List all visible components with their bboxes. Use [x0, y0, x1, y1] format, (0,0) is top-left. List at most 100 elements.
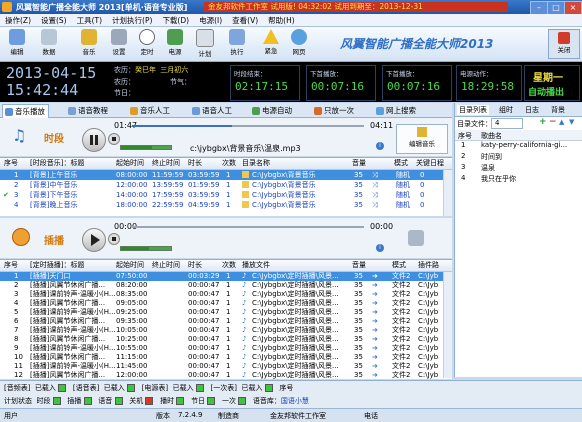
table-row[interactable]: ✔ 3 [背景]下午音乐 14:00:00 17:59:59 03:59:59 1 C:\Jy… [0, 190, 444, 200]
voice-manual-icon [192, 107, 200, 115]
menu-view[interactable]: 查看(V) [227, 14, 263, 27]
tab-voice-tutorial[interactable]: 语音教程 [66, 104, 111, 117]
insert-progress-track[interactable] [132, 226, 364, 228]
table-row[interactable]: 9 [插播]课前铃声-温暖小(H... 10:55:00 00:00:47 1 C:\Jy… [0, 344, 444, 353]
tab-group[interactable]: 组时 [499, 105, 513, 115]
music-icon [81, 29, 97, 45]
insert-player: 插播 00:00 00:00 i [0, 218, 452, 258]
status-bar: 用户 版本 7.2.4.9 制造商 金友邦软件工作室 电话 [0, 408, 582, 422]
menu-help[interactable]: 帮助(H) [263, 14, 300, 27]
title-bar: 风翼智能广播全能大师 2013[单机·语音专业版] 金友邦软件工作室 试用版! … [0, 0, 582, 15]
table-header: 序号 [定时插播]：标题 起始时间 终止时间 时长 次数 播放文件 音量 模式 … [0, 260, 452, 272]
audio-file-icon: ♪ [242, 299, 247, 307]
power-button[interactable]: 电源 [164, 29, 186, 56]
arrow-right-icon: ➜ [372, 290, 378, 298]
edit-button[interactable]: 编辑 [6, 29, 28, 56]
table-row[interactable]: 1 [插播]天门口 07:50:00 00:03:29 1 C:\Jybgbx\定时插播\… [0, 272, 444, 281]
table-scrollbar[interactable] [443, 272, 452, 378]
web-button[interactable]: 网页 [288, 29, 310, 56]
dir-dropdown[interactable] [491, 118, 523, 129]
play-button[interactable] [82, 228, 106, 252]
table-row[interactable]: 11 [插播]课前铃声-温暖小(H... 11:45:00 00:00:47 1 C:\J… [0, 362, 444, 371]
table-row[interactable]: 2 [插播]风翼节休闲广播... 08:20:00 00:00:47 1 C:\Jybgb… [0, 281, 444, 290]
minimize-button[interactable]: – [530, 1, 548, 15]
tab-power-auto[interactable]: 电源自动 [250, 104, 295, 117]
alarm-clock-icon [12, 228, 30, 246]
tab-dir-list[interactable]: 目录列表 [457, 105, 489, 115]
arrow-right-icon: ➜ [372, 308, 378, 316]
right-panel: 目录列表 组时 日志 背景 目录文件： 4 + − ▲ ▼ 序号 歌曲名 1 ka… [454, 103, 582, 377]
table-row[interactable]: 8 [插播]风翼节休闲广播... 10:25:00 00:00:47 1 C:\Jybgb… [0, 335, 444, 344]
stop-button[interactable] [108, 133, 120, 145]
status-light [264, 384, 273, 392]
emergency-button[interactable]: 紧急 [260, 29, 282, 55]
table-row[interactable]: 1 [背景]上午音乐 08:00:00 11:59:59 03:59:59 1 C:\Jyb… [0, 170, 444, 180]
brand-title: 风翼智能广播全能大师2013 [340, 37, 494, 51]
pause-button[interactable] [82, 128, 106, 152]
data-button[interactable]: 数据 [38, 29, 60, 56]
list-item[interactable]: 3 温泉 [455, 163, 582, 173]
tab-background[interactable]: 背景 [551, 105, 565, 115]
menu-power[interactable]: 电源(I) [194, 14, 227, 27]
add-icon[interactable]: + [539, 117, 547, 127]
lunar-label: 农历： [114, 66, 135, 74]
edit-music-button[interactable]: 编辑音乐 [396, 124, 448, 154]
table-row[interactable]: 6 [插播]风翼节休闲广播... 09:35:00 00:00:47 1 C:\Jybgb… [0, 317, 444, 326]
maximize-button[interactable]: □ [547, 1, 565, 15]
insert-settings-icon[interactable] [408, 230, 424, 246]
list-item[interactable]: 4 我只在乎你 [455, 174, 582, 184]
table-row[interactable]: 3 [插播]课前铃声-温暖小(H... 08:35:00 00:00:47 1 C:\Jy… [0, 290, 444, 299]
dir-label: 目录文件： [457, 120, 492, 128]
move-up-icon[interactable]: ▲ [559, 118, 564, 126]
close-window-button[interactable]: × [564, 1, 582, 15]
tab-music-manual[interactable]: 音乐人工 [128, 104, 173, 117]
table-row[interactable]: 5 [插播]课前铃声-温暖小(H... 09:25:00 00:00:47 1 C:\Jy… [0, 308, 444, 317]
table-row[interactable]: 4 [背景]晚上音乐 18:00:00 22:59:59 04:59:59 1 C:\Jyb… [0, 200, 444, 210]
arrow-right-icon: ➜ [372, 272, 378, 280]
status-light [195, 384, 204, 392]
tab-log[interactable]: 日志 [525, 105, 539, 115]
remove-icon[interactable]: − [549, 117, 557, 127]
play-icon [91, 234, 100, 246]
menu-settings[interactable]: 设置(S) [36, 14, 72, 27]
table-load-status: [音频表] 已载入 [语音表] 已载入 [电源表] 已载入 [一次表] 已载入 … [4, 384, 294, 392]
table-row[interactable]: 4 [插播]风翼节休闲广播... 09:05:00 00:00:47 1 C:\Jybgb… [0, 299, 444, 308]
timer-button[interactable]: 定时 [136, 29, 158, 56]
voice-icon [68, 107, 76, 115]
music-note-large-icon: ♫ [12, 126, 27, 145]
table-row[interactable]: 12 [插播]风翼节休闲广播... 12:00:00 00:00:47 1 C:\Jybg… [0, 371, 444, 380]
mode-panel: 星期一 自动播出 [524, 65, 580, 101]
menu-plan[interactable]: 计划执行(P) [107, 14, 157, 27]
tab-voice-manual[interactable]: 语音人工 [190, 104, 235, 117]
menu-tools[interactable]: 工具(T) [72, 14, 107, 27]
insert-label: 插播 [44, 236, 64, 247]
table-row[interactable]: 2 [背景]中午音乐 12:00:00 13:59:59 01:59:59 1 C:\Jyb… [0, 180, 444, 190]
insert-info-icon[interactable]: i [376, 244, 384, 252]
table-row[interactable]: 10 [插播]风翼节休闲广播... 11:15:00 00:00:47 1 C:\Jybg… [0, 353, 444, 362]
menu-download[interactable]: 下载(D) [157, 14, 194, 27]
tab-play-once[interactable]: 只放一次 [312, 104, 357, 117]
plan-button[interactable]: 计划 [194, 29, 216, 58]
list-item[interactable]: 1 katy-perry-california-gi... [455, 141, 582, 151]
tab-web-search[interactable]: 网上搜索 [374, 104, 419, 117]
info-icon[interactable]: i [376, 142, 384, 150]
close-app-button[interactable]: 关闭 [548, 29, 580, 59]
table-scrollbar[interactable] [443, 170, 452, 216]
table-row[interactable]: 7 [插播]课前铃声-温暖小(H... 10:05:00 00:00:47 1 C:\Jy… [0, 326, 444, 335]
menu-operate[interactable]: 操作(Z) [0, 14, 36, 27]
music-button[interactable]: 音乐 [78, 29, 100, 56]
insert-volume-slider[interactable] [120, 246, 172, 251]
stop-insert-button[interactable] [108, 233, 120, 245]
move-down-icon[interactable]: ▼ [569, 118, 574, 126]
list-item[interactable]: 2 时间到 [455, 152, 582, 162]
execute-button[interactable]: 执行 [226, 29, 248, 56]
status-light [145, 397, 154, 405]
tab-music-play[interactable]: 音乐播放 [2, 104, 49, 118]
audio-file-icon: ♪ [242, 308, 247, 316]
right-tabs: 目录列表 组时 日志 背景 [455, 103, 582, 117]
settings-button[interactable]: 设置 [108, 29, 130, 56]
time-display: 15:42:44 [6, 81, 79, 99]
progress-track[interactable] [132, 125, 364, 127]
status-light [127, 384, 135, 392]
volume-slider[interactable] [120, 145, 172, 150]
